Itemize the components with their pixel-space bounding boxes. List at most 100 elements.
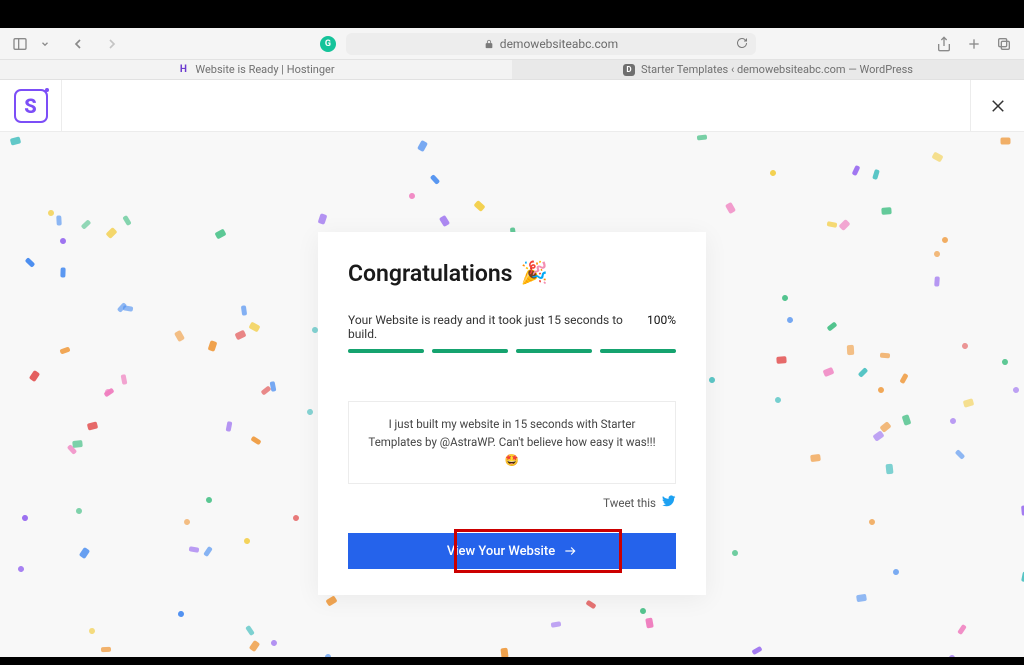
confetti-piece: [292, 514, 299, 521]
confetti-piece: [270, 639, 278, 647]
confetti-piece: [892, 568, 900, 576]
confetti-piece: [947, 654, 955, 657]
logo-s-icon: S: [14, 89, 48, 123]
congrats-card: Congratulations 🎉 Your Website is ready …: [318, 232, 706, 595]
favicon-wp-icon: D: [623, 64, 635, 76]
card-heading: Congratulations 🎉: [348, 260, 676, 287]
view-your-website-button[interactable]: View Your Website: [348, 533, 676, 569]
confetti-piece: [24, 257, 35, 268]
confetti-piece: [1000, 358, 1008, 366]
tweet-text: I just built my website in 15 seconds wi…: [368, 417, 655, 467]
confetti-piece: [47, 209, 55, 217]
lock-icon: [484, 34, 494, 53]
confetti-piece: [878, 387, 884, 393]
confetti-piece: [75, 507, 83, 515]
twitter-icon: [662, 494, 676, 511]
progress-bar: [348, 349, 676, 353]
confetti-piece: [88, 627, 96, 635]
confetti-piece: [226, 421, 233, 432]
url-field[interactable]: demowebsiteabc.com: [346, 33, 756, 55]
arrow-right-icon: [563, 544, 577, 558]
cta-wrap: View Your Website: [348, 533, 676, 569]
progress-seg: [600, 349, 676, 353]
confetti-piece: [776, 356, 786, 364]
confetti-piece: [101, 647, 111, 653]
back-icon[interactable]: [70, 36, 86, 52]
status-row: Your Website is ready and it took just 1…: [348, 313, 676, 341]
confetti-piece: [249, 321, 261, 332]
confetti-piece: [189, 547, 200, 554]
confetti-piece: [752, 646, 763, 655]
confetti-piece: [208, 340, 218, 352]
confetti-piece: [501, 647, 509, 657]
confetti-piece: [269, 381, 276, 392]
confetti-piece: [430, 174, 440, 185]
confetti-piece: [880, 353, 890, 359]
confetti-piece: [87, 421, 98, 430]
confetti-piece: [856, 594, 867, 602]
confetti-piece: [120, 374, 127, 385]
browser-toolbar: G demowebsiteabc.com: [0, 28, 1024, 60]
confetti-piece: [177, 610, 185, 618]
confetti-piece: [10, 137, 21, 146]
confetti-piece: [18, 565, 26, 573]
percent-text: 100%: [647, 313, 676, 341]
confetti-piece: [439, 215, 450, 227]
confetti-piece: [881, 207, 891, 215]
party-popper-icon: 🎉: [521, 261, 548, 286]
tab-strip: H Website is Ready | Hostinger D Starter…: [0, 60, 1024, 80]
confetti-piece: [183, 518, 191, 526]
new-tab-icon[interactable]: [966, 36, 982, 52]
confetti-piece: [81, 220, 92, 230]
confetti-piece: [869, 519, 876, 526]
confetti-piece: [214, 228, 226, 239]
confetti-piece: [116, 302, 126, 313]
confetti-piece: [708, 377, 715, 384]
tab-1[interactable]: D Starter Templates ‹ demowebsiteabc.com…: [512, 60, 1024, 79]
tweet-this-link[interactable]: Tweet this: [348, 494, 676, 511]
confetti-piece: [72, 440, 83, 448]
status-text: Your Website is ready and it took just 1…: [348, 313, 647, 341]
confetti-piece: [473, 200, 485, 212]
reload-icon[interactable]: [736, 34, 748, 53]
confetti-piece: [305, 408, 313, 416]
chevron-down-icon[interactable]: [40, 39, 50, 49]
card-heading-text: Congratulations: [348, 260, 513, 287]
sidebar-icon[interactable]: [12, 36, 28, 52]
grammarly-icon[interactable]: G: [320, 36, 336, 52]
confetti-piece: [29, 370, 40, 382]
confetti-piece: [886, 463, 894, 474]
confetti-piece: [260, 386, 271, 396]
confetti-piece: [846, 344, 854, 354]
share-icon[interactable]: [936, 36, 952, 52]
confetti-piece: [249, 640, 260, 652]
confetti-piece: [931, 151, 943, 162]
close-button[interactable]: [970, 80, 1024, 132]
confetti-piece: [822, 367, 834, 377]
confetti-piece: [240, 305, 246, 316]
confetti-piece: [769, 169, 777, 177]
progress-seg: [348, 349, 424, 353]
confetti-piece: [933, 251, 940, 258]
tab-label: Starter Templates ‹ demowebsiteabc.com —…: [641, 63, 913, 76]
confetti-piece: [245, 625, 255, 636]
tabs-overview-icon[interactable]: [996, 36, 1012, 52]
confetti-piece: [60, 268, 65, 278]
confetti-piece: [324, 653, 331, 657]
confetti-piece: [250, 436, 261, 446]
letterbox-top: [0, 0, 1024, 28]
confetti-piece: [1012, 386, 1020, 394]
tweet-box: I just built my website in 15 seconds wi…: [348, 401, 676, 484]
confetti-piece: [697, 134, 707, 140]
forward-icon[interactable]: [104, 36, 120, 52]
confetti-piece: [775, 397, 782, 404]
close-icon: [989, 97, 1007, 115]
tab-0[interactable]: H Website is Ready | Hostinger: [0, 60, 512, 79]
app-logo[interactable]: S: [0, 80, 62, 132]
confetti-piece: [640, 608, 646, 614]
confetti-piece: [940, 236, 948, 244]
confetti-piece: [827, 322, 838, 332]
confetti-piece: [963, 399, 975, 408]
confetti-piece: [203, 546, 213, 557]
confetti-piece: [235, 330, 247, 341]
